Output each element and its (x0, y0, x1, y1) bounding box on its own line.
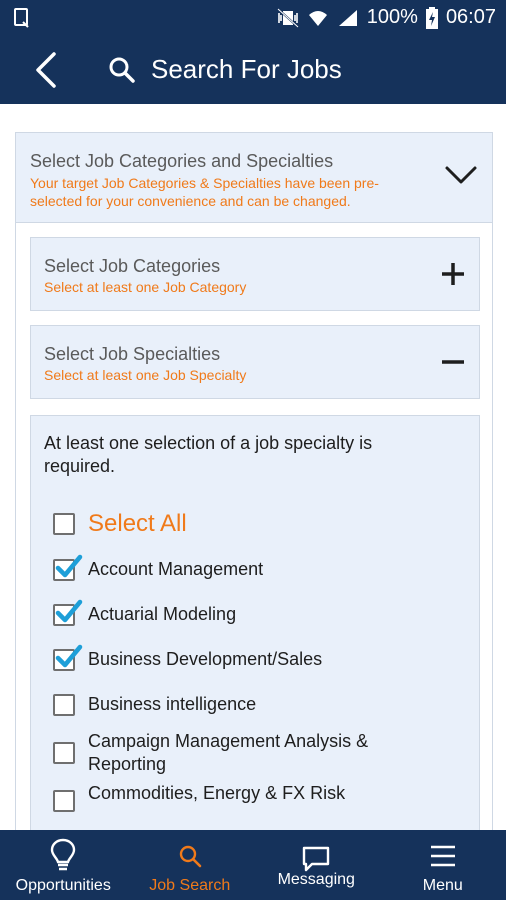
nav-job-search[interactable]: Job Search (127, 830, 254, 900)
checkmark-icon (55, 644, 83, 667)
specialty-label: Campaign Management Analysis & Reporting (88, 731, 369, 774)
screenshot-notification-icon (14, 8, 29, 28)
chat-bubble-icon (303, 846, 330, 872)
select-all-checkbox[interactable] (53, 512, 75, 535)
nav-label: Job Search (149, 877, 231, 894)
required-note: At least one selection of a job specialt… (44, 433, 373, 476)
nav-opportunities[interactable]: Opportunities (0, 830, 127, 900)
specialty-item[interactable]: Account Management (53, 554, 264, 581)
status-bar: 100% 06:07 (0, 0, 506, 36)
nav-messaging[interactable]: Messaging (253, 830, 380, 900)
chevron-down-icon[interactable] (444, 163, 478, 187)
specialty-label: Business Development/Sales (88, 649, 323, 669)
wifi-icon (308, 10, 327, 26)
specialty-checkbox[interactable] (53, 554, 83, 581)
hamburger-menu-icon (430, 845, 455, 867)
minus-icon[interactable] (441, 350, 465, 374)
specialty-item[interactable]: Actuarial Modeling (53, 599, 237, 626)
select-all-label: Select All (88, 510, 187, 537)
specialty-item[interactable]: Commodities, Energy & FX Risk (53, 782, 345, 812)
nav-label: Menu (422, 877, 463, 894)
checkmark-icon (55, 599, 83, 622)
back-arrow-icon[interactable] (30, 50, 66, 90)
select-all-row[interactable]: Select All (53, 510, 187, 537)
categories-specialties-header[interactable]: Select Job Categories and Specialties Yo… (16, 133, 492, 223)
categories-specialties-panel: Select Job Categories and Specialties Yo… (15, 132, 493, 830)
job-specialties-card[interactable]: Select Job Specialties Select at least o… (30, 325, 480, 399)
specialty-checkbox[interactable] (53, 742, 75, 764)
specialty-checkbox[interactable] (53, 599, 83, 626)
job-categories-hint: Select at least one Job Category (44, 279, 247, 295)
specialty-label: Business intelligence (88, 694, 257, 714)
specialty-label: Account Management (88, 559, 264, 579)
content-scroll-area[interactable]: Select Job Categories and Specialties Yo… (0, 104, 506, 830)
battery-percent: 100% (366, 6, 418, 28)
nav-label: Messaging (277, 871, 355, 888)
specialty-checkbox[interactable] (53, 644, 83, 671)
specialty-label: Commodities, Energy & FX Risk (88, 783, 346, 803)
search-icon (179, 845, 202, 868)
app-bar: Search For Jobs (0, 36, 506, 104)
specialty-checkbox[interactable] (53, 790, 75, 812)
job-specialties-title: Select Job Specialties (44, 344, 221, 364)
section-title: Select Job Categories and Specialties (30, 151, 334, 171)
specialty-list: At least one selection of a job specialt… (30, 415, 480, 830)
checkmark-icon (55, 554, 83, 577)
section-subtitle: Your target Job Categories & Specialties… (30, 175, 379, 209)
signal-icon (338, 9, 357, 26)
battery-charging-icon (425, 6, 438, 29)
search-icon (109, 57, 135, 83)
bottom-navigation: Opportunities Job Search Messaging Menu (0, 830, 506, 900)
nav-menu[interactable]: Menu (380, 830, 506, 900)
lightbulb-icon (51, 838, 76, 871)
job-categories-title: Select Job Categories (44, 256, 221, 276)
clock: 06:07 (445, 6, 496, 28)
specialty-item[interactable]: Business intelligence (53, 693, 256, 716)
vibrate-mute-icon (277, 7, 299, 28)
job-categories-card[interactable]: Select Job Categories Select at least on… (30, 237, 480, 311)
specialty-checkbox[interactable] (53, 693, 75, 716)
job-specialties-hint: Select at least one Job Specialty (44, 367, 247, 383)
page-title: Search For Jobs (151, 54, 342, 84)
specialty-item[interactable]: Business Development/Sales (53, 644, 323, 671)
nav-label: Opportunities (15, 877, 111, 894)
specialty-label: Actuarial Modeling (88, 604, 237, 624)
specialty-item[interactable]: Campaign Management Analysis & Reporting (53, 730, 418, 776)
plus-icon[interactable] (441, 262, 465, 286)
